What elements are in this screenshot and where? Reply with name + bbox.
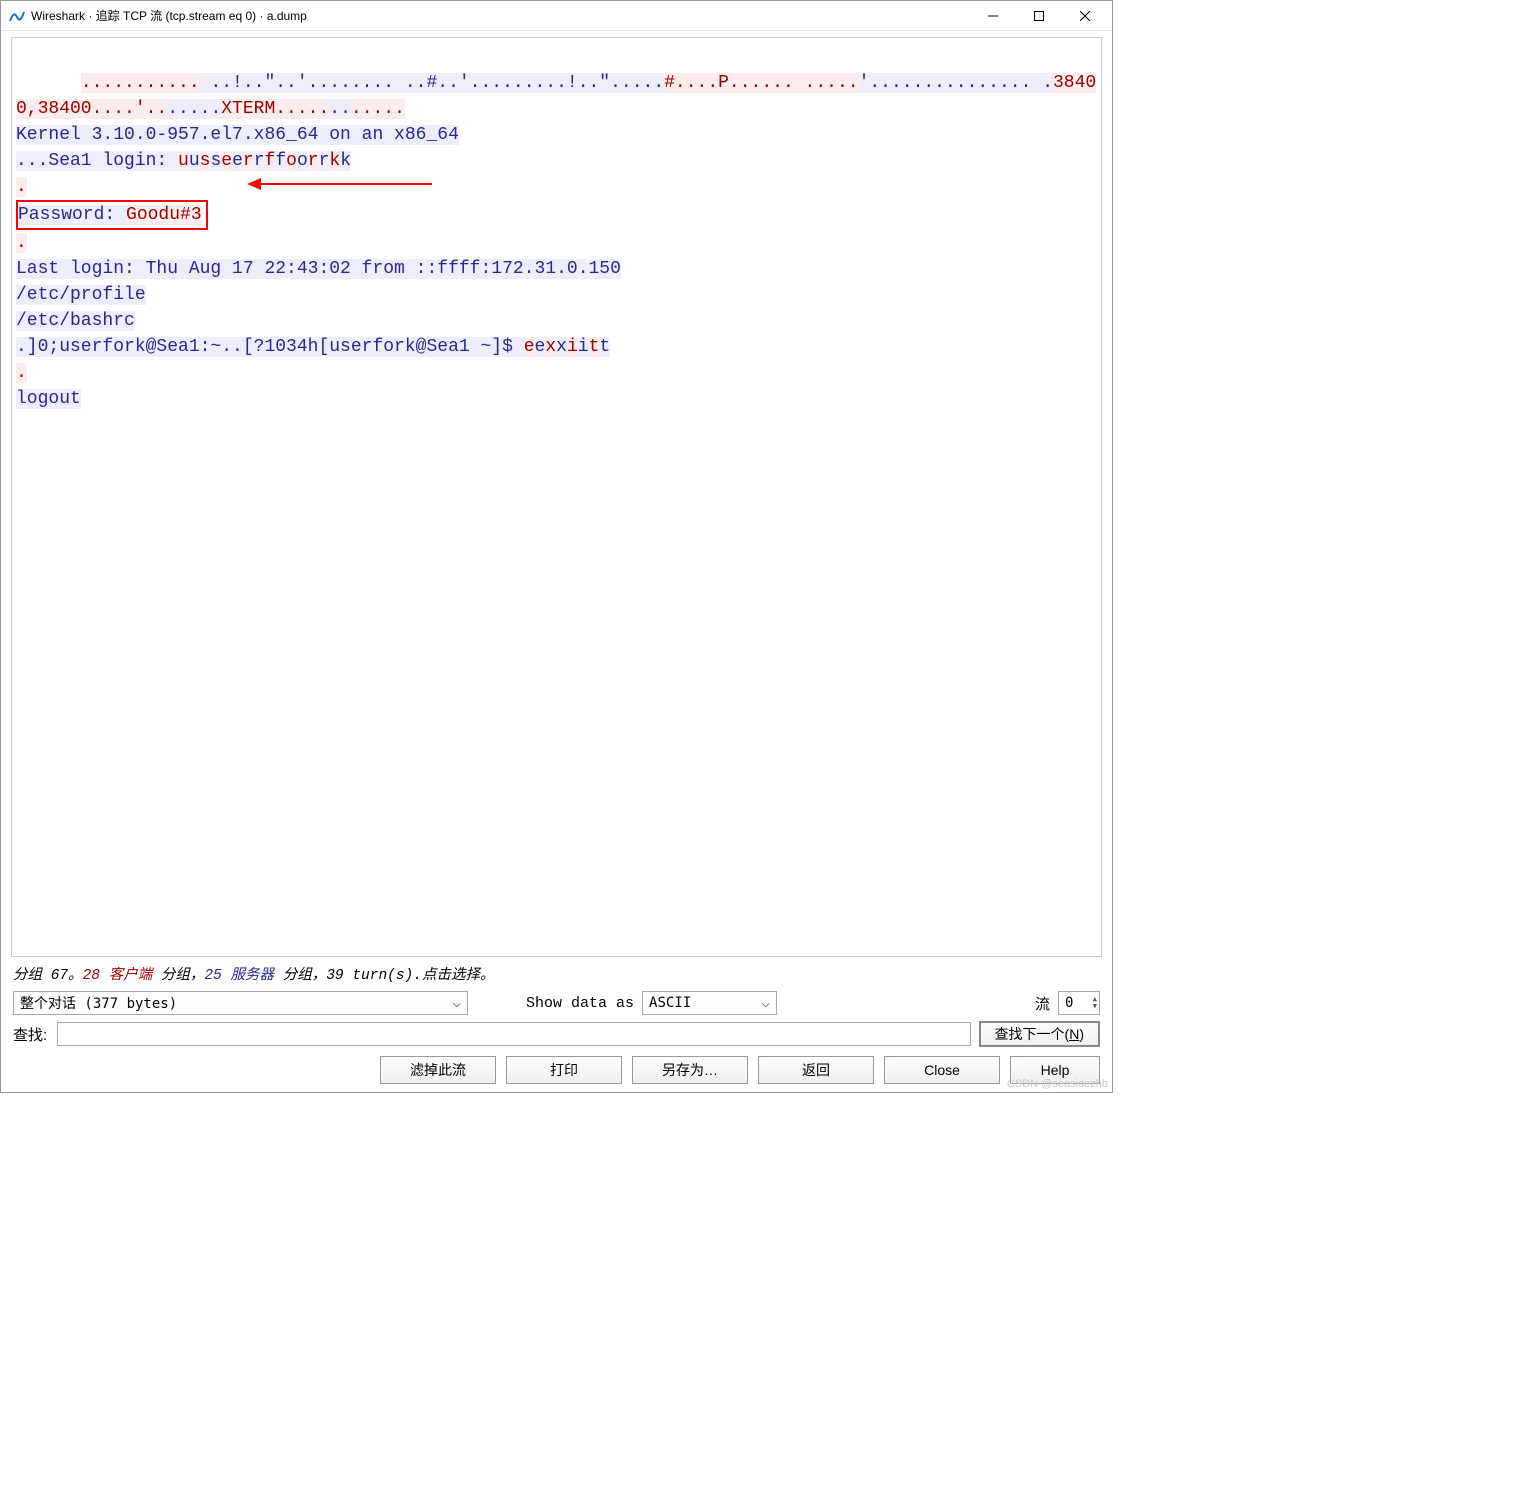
stream-segment: s: [200, 151, 211, 171]
stream-segment: .....: [167, 99, 221, 119]
tcp-stream-content[interactable]: ........... ..!.."..'........ ..#..'....…: [11, 37, 1102, 957]
stream-segment: .: [16, 363, 27, 383]
summary-pre: 分组 67。: [13, 968, 83, 984]
dialog-buttons: 滤掉此流 打印 另存为… 返回 Close Help: [11, 1050, 1102, 1086]
stream-segment: Goodu#3: [126, 205, 202, 225]
options-row: 整个对话 (377 bytes) ⌵ Show data as ASCII ⌵ …: [11, 988, 1102, 1018]
stream-segment: r: [319, 151, 330, 171]
stream-segment: .....: [351, 99, 405, 119]
stream-segment: e: [232, 151, 243, 171]
stream-segment: u: [189, 151, 200, 171]
workarea: ........... ..!.."..'........ ..#..'....…: [1, 31, 1112, 1092]
titlebar: Wireshark · 追踪 TCP 流 (tcp.stream eq 0) ·…: [1, 1, 1112, 31]
stream-segment: r: [243, 151, 254, 171]
stream-number-value: 0: [1065, 995, 1073, 1011]
stream-segment: i: [578, 337, 589, 357]
format-combo-value: ASCII: [649, 995, 691, 1011]
stream-segment: Last login: Thu Aug 17 22:43:02 from ::f…: [16, 259, 621, 279]
summary-mid1: 分组，: [152, 968, 204, 984]
stream-segment: t: [599, 337, 610, 357]
stream-segment: t: [589, 337, 600, 357]
filter-out-stream-button[interactable]: 滤掉此流: [380, 1056, 496, 1084]
stream-segment: e: [535, 337, 546, 357]
stream-segment: #....P...... .....: [664, 73, 858, 93]
stream-segment: r: [308, 151, 319, 171]
chevron-down-icon: ⌵: [752, 995, 770, 1011]
print-button[interactable]: 打印: [506, 1056, 622, 1084]
stream-segment: f: [275, 151, 286, 171]
close-button[interactable]: [1062, 1, 1108, 31]
stream-segment: Sea1 login:: [48, 151, 178, 171]
stream-segment: /etc/profile /etc/bashrc .]0;userfork@Se…: [16, 285, 524, 357]
find-input[interactable]: [57, 1022, 971, 1046]
show-data-as-label: Show data as: [526, 995, 634, 1012]
stream-number-stepper[interactable]: 0 ▲▼: [1058, 991, 1100, 1015]
find-next-button[interactable]: 查找下一个(N): [979, 1021, 1100, 1047]
stepper-arrows-icon: ▲▼: [1093, 996, 1097, 1010]
summary-click: 点击选择。: [422, 968, 495, 984]
summary-mid2: 分组，: [274, 968, 326, 984]
window-title: Wireshark · 追踪 TCP 流 (tcp.stream eq 0) ·…: [31, 7, 970, 24]
stream-segment: .: [16, 177, 27, 197]
stream-segment: Password:: [18, 205, 126, 225]
summary-server-pkts: 25 服务器: [204, 968, 274, 984]
summary-client-pkts: 28 客户端: [83, 968, 153, 984]
find-row: 查找: 查找下一个(N): [11, 1018, 1102, 1050]
stream-segment: f: [265, 151, 276, 171]
stream-segment: ...........: [81, 73, 200, 93]
stream-segment: k: [329, 151, 340, 171]
save-as-button[interactable]: 另存为…: [632, 1056, 748, 1084]
find-label: 查找:: [13, 1024, 49, 1045]
password-highlight-box: Password: Goodu#3: [16, 200, 208, 230]
summary-turns: 39 turn(s).: [326, 968, 422, 984]
chevron-down-icon: ⌵: [443, 995, 461, 1011]
maximize-button[interactable]: [1016, 1, 1062, 31]
format-combo[interactable]: ASCII ⌵: [642, 991, 777, 1015]
close-dialog-button[interactable]: Close: [884, 1056, 1000, 1084]
stream-segment: '............... .: [859, 73, 1053, 93]
annotation-arrow-icon: [247, 174, 432, 194]
stream-segment: logout: [16, 389, 81, 409]
stream-segment: i: [567, 337, 578, 357]
stream-segment: XTERM.....: [221, 99, 329, 119]
help-button[interactable]: Help: [1010, 1056, 1100, 1084]
stream-segment: x: [545, 337, 556, 357]
summary-line: 分组 67。28 客户端 分组，25 服务器 分组，39 turn(s).点击选…: [11, 957, 1102, 988]
stream-segment: o: [286, 151, 297, 171]
stream-segment: u: [178, 151, 189, 171]
window-controls: [970, 1, 1108, 30]
stream-label: 流: [1035, 993, 1050, 1014]
conversation-combo[interactable]: 整个对话 (377 bytes) ⌵: [13, 991, 468, 1015]
stream-segment: s: [210, 151, 221, 171]
wireshark-follow-stream-window: Wireshark · 追踪 TCP 流 (tcp.stream eq 0) ·…: [0, 0, 1113, 1093]
stream-segment: e: [221, 151, 232, 171]
stream-segment: .: [16, 233, 27, 253]
app-icon: [9, 8, 25, 24]
stream-segment: ..: [329, 99, 351, 119]
stream-segment: o: [297, 151, 308, 171]
stream-segment: k: [340, 151, 351, 171]
stream-segment: ..!.."..'........ ..#..'.........!.."...…: [200, 73, 664, 93]
stream-segment: r: [254, 151, 265, 171]
conversation-combo-value: 整个对话 (377 bytes): [20, 993, 177, 1013]
minimize-button[interactable]: [970, 1, 1016, 31]
stream-segment: e: [524, 337, 535, 357]
stream-segment: x: [556, 337, 567, 357]
back-button[interactable]: 返回: [758, 1056, 874, 1084]
